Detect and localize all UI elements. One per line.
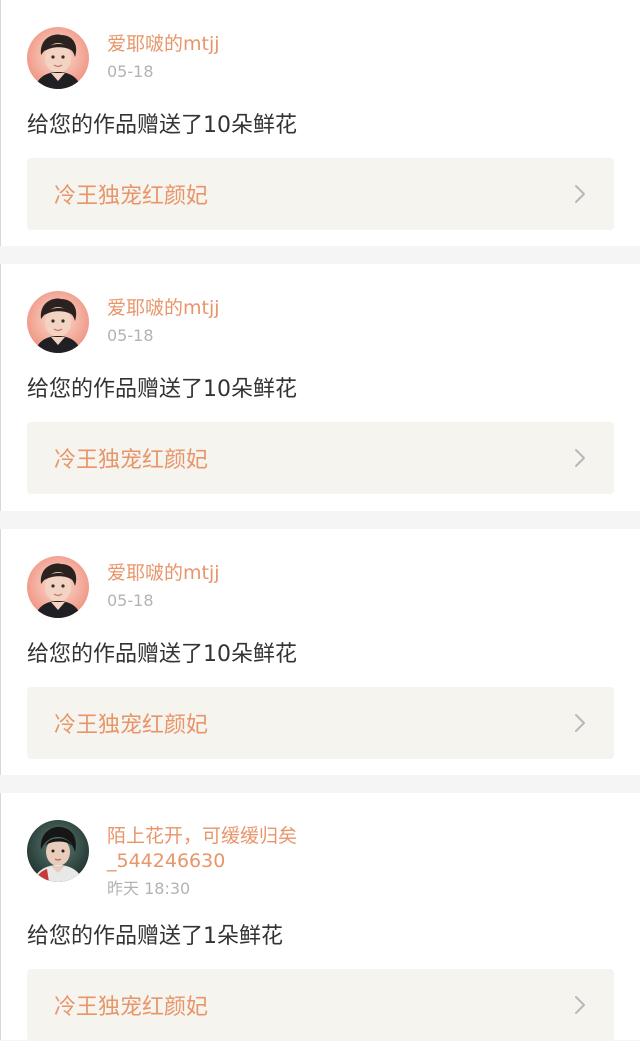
notification-meta: 爱耶啵的mtjj 05-18 [107,26,220,83]
notification-header: 陌上花开，可缓缓归矣_544246630 昨天 18:30 [27,819,614,900]
work-title: 冷王独宠红颜妃 [54,995,209,1020]
notification-card: 陌上花开，可缓缓归矣_544246630 昨天 18:30 给您的作品赠送了1朵… [0,793,640,1041]
notification-card: 爱耶啵的mtjj 05-18 给您的作品赠送了10朵鲜花 冷王独宠红颜妃 [0,0,640,246]
timestamp: 05-18 [107,62,154,81]
username[interactable]: 爱耶啵的mtjj [107,31,220,57]
gift-message: 给您的作品赠送了10朵鲜花 [27,113,297,138]
notification-header: 爱耶啵的mtjj 05-18 [27,555,614,618]
timestamp: 05-18 [107,326,154,345]
timestamp: 05-18 [107,591,154,610]
work-title: 冷王独宠红颜妃 [54,184,209,209]
timestamp: 昨天 18:30 [107,879,191,898]
username[interactable]: 陌上花开，可缓缓归矣_544246630 [107,824,337,874]
avatar-portrait-1-image [27,556,89,618]
notification-card: 爱耶啵的mtjj 05-18 给您的作品赠送了10朵鲜花 冷王独宠红颜妃 [0,529,640,775]
notification-card: 爱耶啵的mtjj 05-18 给您的作品赠送了10朵鲜花 冷王独宠红颜妃 [0,264,640,511]
notification-meta: 陌上花开，可缓缓归矣_544246630 昨天 18:30 [107,819,337,900]
chevron-right-icon [575,185,585,203]
chevron-right-icon [575,714,585,732]
avatar[interactable] [27,27,89,89]
work-link[interactable]: 冷王独宠红颜妃 [27,969,614,1041]
work-link[interactable]: 冷王独宠红颜妃 [27,687,614,759]
notification-feed: 爱耶啵的mtjj 05-18 给您的作品赠送了10朵鲜花 冷王独宠红颜妃 爱耶啵… [0,0,640,1041]
avatar[interactable] [27,820,89,882]
work-link[interactable]: 冷王独宠红颜妃 [27,158,614,230]
notification-meta: 爱耶啵的mtjj 05-18 [107,555,220,612]
gift-message: 给您的作品赠送了10朵鲜花 [27,377,297,402]
work-title: 冷王独宠红颜妃 [54,448,209,473]
avatar[interactable] [27,556,89,618]
notification-header: 爱耶啵的mtjj 05-18 [27,290,614,353]
avatar-portrait-1-image [27,27,89,89]
chevron-right-icon [575,449,585,467]
gift-message: 给您的作品赠送了1朵鲜花 [27,924,283,949]
username[interactable]: 爱耶啵的mtjj [107,560,220,586]
username[interactable]: 爱耶啵的mtjj [107,295,220,321]
notification-meta: 爱耶啵的mtjj 05-18 [107,290,220,347]
avatar-portrait-1-image [27,291,89,353]
avatar[interactable] [27,291,89,353]
notification-header: 爱耶啵的mtjj 05-18 [27,26,614,89]
work-link[interactable]: 冷王独宠红颜妃 [27,422,614,494]
avatar-portrait-2-image [27,820,89,882]
gift-message: 给您的作品赠送了10朵鲜花 [27,642,297,667]
chevron-right-icon [575,996,585,1014]
work-title: 冷王独宠红颜妃 [54,713,209,738]
